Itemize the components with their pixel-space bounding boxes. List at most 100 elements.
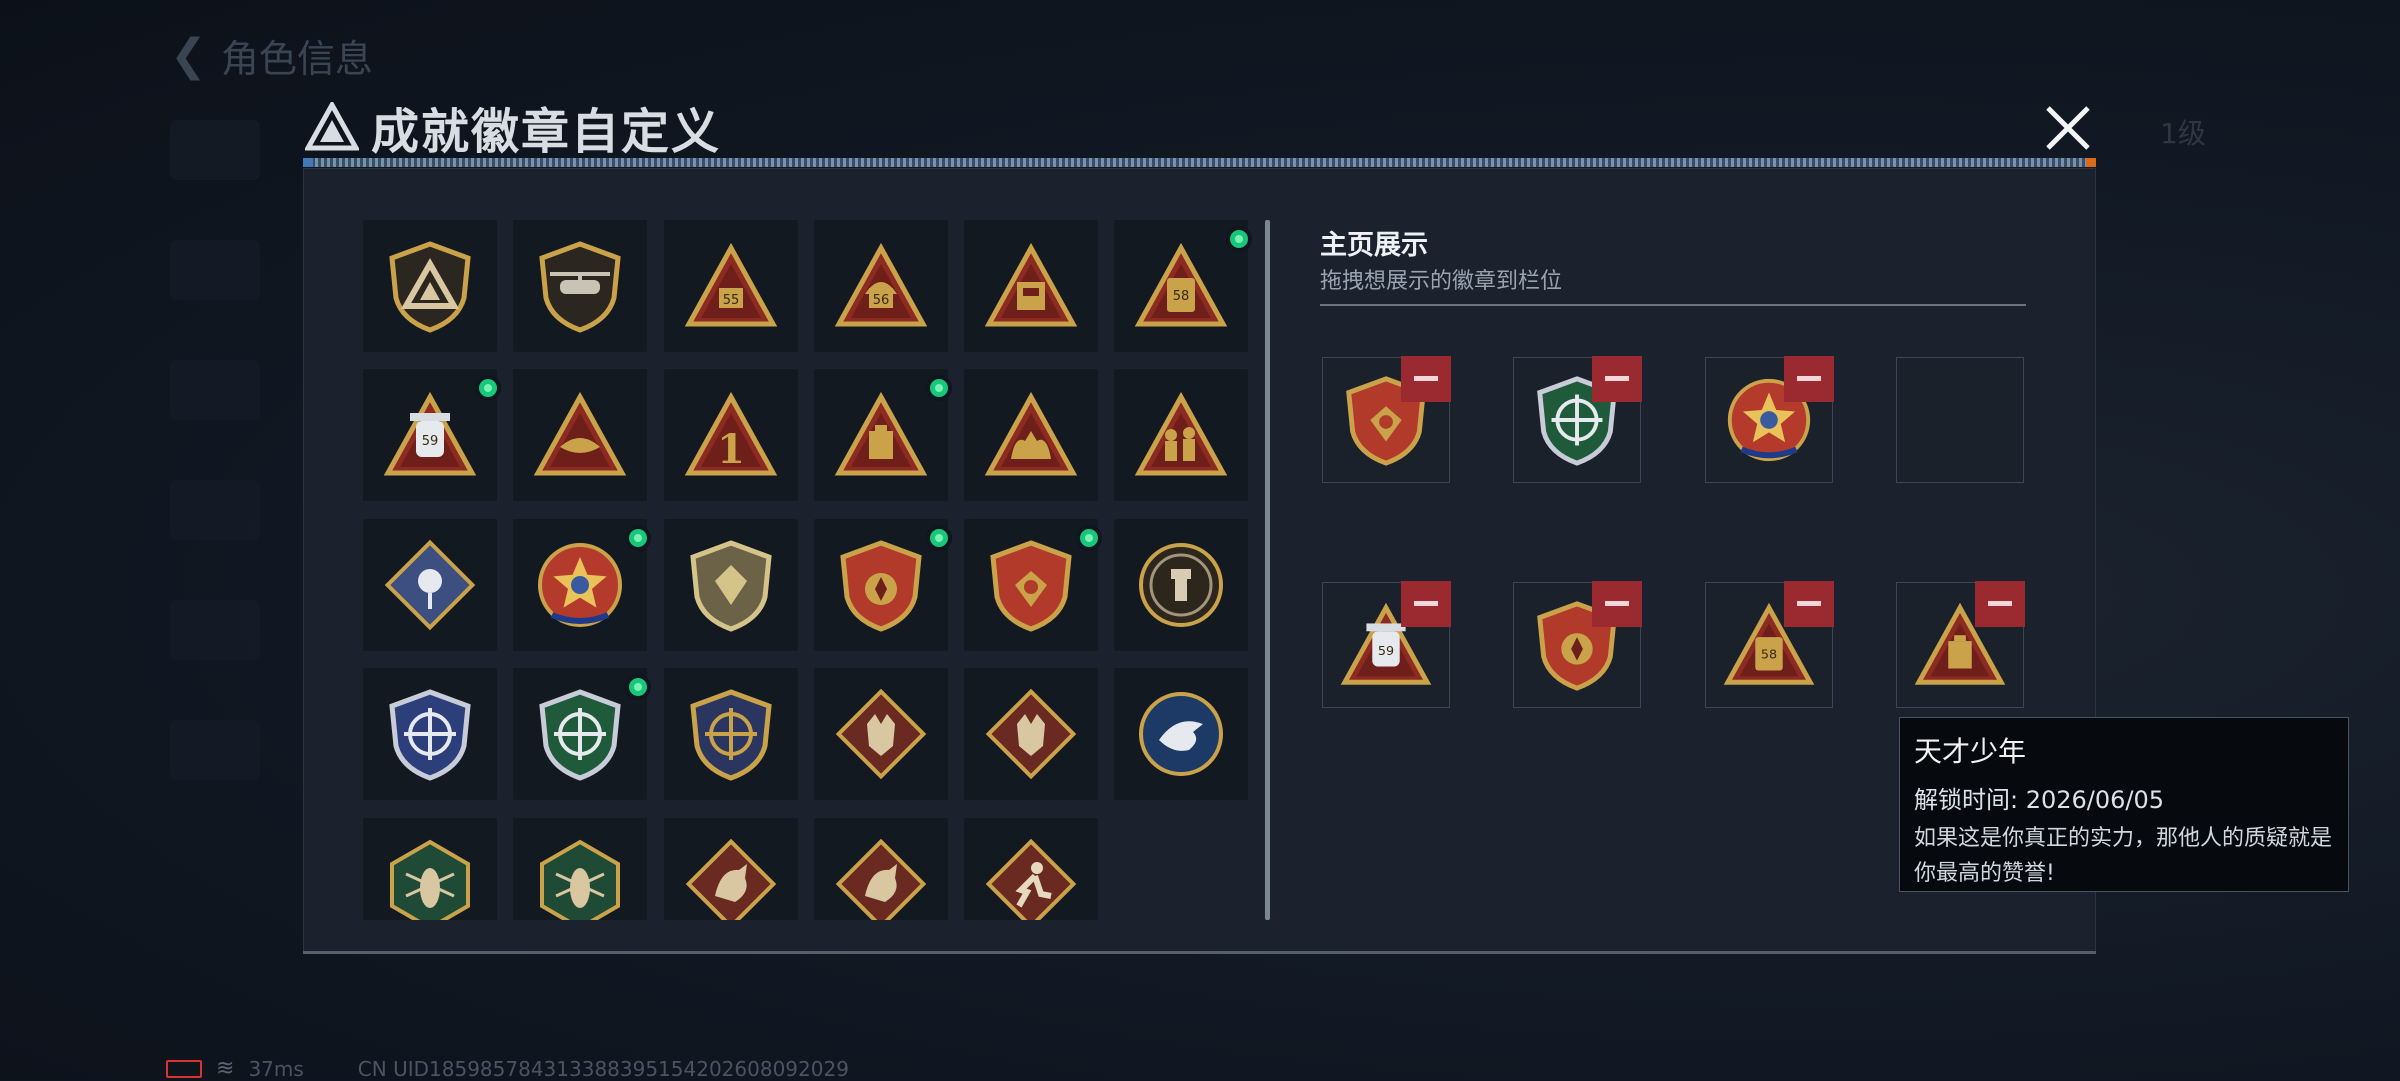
tooltip-description: 如果这是你真正的实力，那他人的质疑就是你最高的赞誉!: [1914, 826, 2333, 886]
showcase-slot[interactable]: 58: [1705, 581, 1834, 708]
showcase-slot[interactable]: [1513, 356, 1642, 483]
uid-text: CN UID1859857843133883951542026080920​29: [357, 1056, 849, 1081]
badge-grid-scrollbar[interactable]: [1265, 220, 1270, 920]
svg-text:55: 55: [723, 293, 740, 308]
showcase-slot[interactable]: [1513, 581, 1642, 708]
badge-cell[interactable]: [1114, 369, 1248, 501]
new-badge-indicator-icon: [1076, 525, 1102, 551]
showcase-title: 主页展示: [1320, 230, 1428, 261]
badge-cell[interactable]: [664, 519, 798, 651]
badge-cell[interactable]: [814, 369, 952, 501]
close-button[interactable]: [2040, 100, 2096, 156]
badge-cell[interactable]: [513, 818, 647, 920]
new-badge-indicator-icon: [475, 375, 501, 401]
badge-cell[interactable]: [363, 220, 497, 352]
runner-diamond-badge-icon: [985, 838, 1077, 920]
locust-hexagon-badge-icon: [390, 839, 470, 920]
badge-cell[interactable]: [664, 668, 798, 800]
badge-cell[interactable]: 55: [664, 220, 798, 352]
soldiers-triangle-badge-icon: [1134, 391, 1228, 476]
showcase-slot[interactable]: [1896, 581, 2025, 708]
remove-badge-button[interactable]: [1592, 356, 1642, 402]
badge-cell[interactable]: 58: [1114, 220, 1252, 352]
badge-cell[interactable]: [814, 519, 952, 651]
ammo-box-triangle-badge-icon: [834, 391, 928, 476]
triangle-logo-icon: [305, 102, 359, 151]
red-star-wreath-badge-icon: [538, 543, 622, 627]
blue-crosshair-shield-badge-icon: [389, 689, 471, 781]
new-badge-indicator-icon: [1226, 226, 1252, 252]
box-triangle-badge-icon: [984, 242, 1078, 327]
wolf-diamond-badge-2-icon: [985, 688, 1077, 780]
new-badge-indicator-icon: [926, 525, 952, 551]
remove-badge-button[interactable]: [1975, 581, 2025, 627]
remove-badge-button[interactable]: [1401, 356, 1451, 402]
badge-cell[interactable]: [964, 369, 1098, 501]
badge-cell[interactable]: [964, 519, 1102, 651]
badge-tooltip: 天才少年 解锁时间: 2026/06/05 如果这是你真正的实力，那他人的质疑就…: [1899, 717, 2349, 892]
showcase-subtitle: 拖拽想展示的徽章到栏位: [1320, 269, 1563, 294]
modal-bottom-rule: [303, 951, 2096, 954]
badge-cell[interactable]: 56: [814, 220, 948, 352]
badge-cell[interactable]: [513, 369, 647, 501]
background-sidebar-item: [170, 720, 260, 780]
battery-icon: [166, 1059, 202, 1078]
background-sidebar-item: [170, 360, 260, 420]
showcase-slot[interactable]: 59: [1322, 581, 1451, 708]
svg-text:56: 56: [873, 293, 890, 308]
number-one-triangle-badge-icon: 1: [684, 391, 778, 476]
dragon-diamond-badge-2-icon: [835, 838, 927, 920]
new-badge-indicator-icon: [625, 674, 651, 700]
backpack-55-triangle-badge-icon: 55: [684, 242, 778, 327]
eagle-circle-badge-icon: [1139, 692, 1223, 776]
badge-cell[interactable]: [363, 668, 497, 800]
svg-text:1: 1: [717, 426, 745, 473]
showcase-divider: [1320, 304, 2026, 306]
badge-cell[interactable]: [1114, 519, 1248, 651]
tooltip-unlock-time: 解锁时间: 2026/06/05: [1914, 780, 2334, 815]
remove-badge-button[interactable]: [1784, 581, 1834, 627]
badge-cell[interactable]: [814, 668, 948, 800]
svg-text:58: 58: [1173, 289, 1190, 304]
badge-cell[interactable]: 59: [363, 369, 501, 501]
background-sidebar-item: [170, 120, 260, 180]
blue-banner-gold-shield-badge-icon: [840, 540, 922, 632]
badge-grid: 55 56 58 59 1: [363, 220, 1253, 920]
background-level-tag: 1级: [2160, 117, 2206, 150]
remove-badge-button[interactable]: [1592, 581, 1642, 627]
background-sidebar-item: [170, 240, 260, 300]
helmet-56-triangle-badge-icon: 56: [834, 242, 928, 327]
badge-cell[interactable]: [964, 668, 1098, 800]
badge-cell[interactable]: 1: [664, 369, 798, 501]
svg-text:59: 59: [1378, 644, 1394, 659]
badge-cell[interactable]: [964, 818, 1098, 920]
shield-eagle-banner-badge-icon: [990, 540, 1072, 632]
green-crosshair-shield-badge-icon: [539, 689, 621, 781]
badge-cell[interactable]: [363, 818, 497, 920]
locust-hexagon-badge-2-icon: [540, 839, 620, 920]
rose-diamond-badge-icon: [384, 539, 476, 631]
showcase-slot[interactable]: [1322, 356, 1451, 483]
badge-cell[interactable]: [513, 220, 647, 352]
remove-badge-button[interactable]: [1401, 581, 1451, 627]
showcase-slot[interactable]: [1705, 356, 1834, 483]
showcase-slot[interactable]: [1896, 357, 2024, 483]
badge-cell[interactable]: [664, 818, 798, 920]
back-arrow-icon: ❮: [170, 30, 207, 81]
background-header: ❮ 角色信息: [170, 28, 373, 83]
wolf-diamond-badge-icon: [835, 688, 927, 780]
background-title: 角色信息: [220, 37, 373, 81]
wifi-icon: ≋: [216, 1056, 235, 1081]
badge-cell[interactable]: [964, 220, 1098, 352]
remove-badge-button[interactable]: [1784, 356, 1834, 402]
badge-cell[interactable]: [814, 818, 948, 920]
syringe-59-triangle-badge-icon: 59: [383, 391, 477, 476]
badge-cell[interactable]: [363, 519, 497, 651]
badge-cell[interactable]: [513, 668, 651, 800]
close-icon: [2046, 106, 2090, 150]
badge-cell[interactable]: [513, 519, 651, 651]
soldier-crosshair-circle-badge-icon: [1139, 543, 1223, 627]
background-sidebar-item: [170, 600, 260, 660]
badge-cell[interactable]: [1114, 668, 1248, 800]
status-bar: ≋ 37ms CN UID185985784313388395154202608…: [166, 1056, 849, 1081]
